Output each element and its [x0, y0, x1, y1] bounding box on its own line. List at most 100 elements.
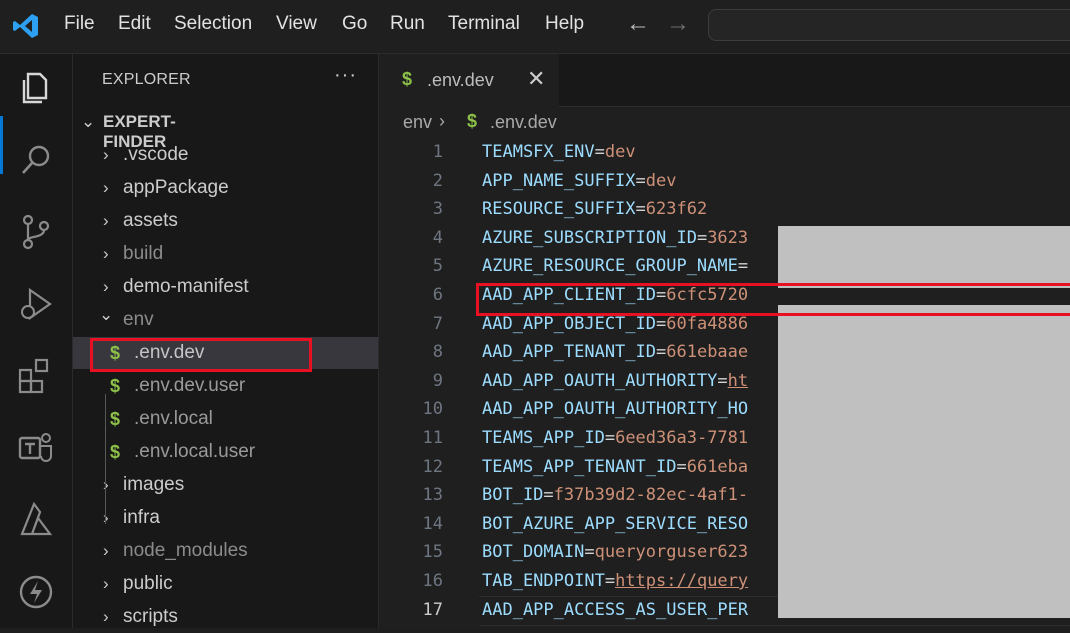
- folder-item[interactable]: › demo-manifest: [73, 271, 378, 303]
- activity-bar: [0, 54, 73, 628]
- equals-sign: =: [543, 485, 554, 506]
- folder-label: assets: [123, 210, 178, 231]
- folder-item[interactable]: › assets: [73, 205, 378, 237]
- env-value[interactable]: https://query: [615, 571, 748, 591]
- breadcrumb-file[interactable]: .env.dev: [490, 112, 557, 133]
- line-number: 7: [432, 313, 443, 334]
- equals-sign: =: [584, 542, 595, 563]
- folder-item[interactable]: ›infra: [73, 502, 378, 534]
- folder-item[interactable]: › build: [73, 238, 378, 270]
- back-arrow-icon[interactable]: ←: [626, 10, 650, 38]
- env-value: 661ebaae: [666, 342, 749, 363]
- code-text: RESOURCE_SUFFIX=623f62: [482, 195, 707, 224]
- env-key: AAD_APP_TENANT_ID: [482, 342, 656, 363]
- code-line[interactable]: 2 APP_NAME_SUFFIX=dev: [379, 167, 1070, 196]
- env-file-icon: $: [110, 409, 121, 429]
- code-text: BOT_AZURE_APP_SERVICE_RESO: [482, 510, 748, 539]
- equals-sign: =: [635, 170, 646, 191]
- line-number: 10: [422, 399, 443, 420]
- folder-item[interactable]: › node_modules: [73, 535, 378, 567]
- chevron-right-icon: ›: [103, 541, 109, 560]
- folder-item[interactable]: › public: [73, 568, 378, 600]
- equals-sign: =: [656, 342, 667, 363]
- chevron-right-icon: ›: [103, 244, 109, 263]
- chevron-right-icon: ›: [103, 211, 109, 230]
- active-indicator: [0, 116, 3, 174]
- line-number: 2: [432, 170, 443, 191]
- redacted-area: [778, 305, 1070, 618]
- line-number: 1: [432, 142, 443, 162]
- line-number: 12: [422, 456, 443, 477]
- run-debug-icon[interactable]: [14, 282, 58, 326]
- menu-edit[interactable]: Edit: [118, 13, 151, 35]
- code-text: AAD_APP_TENANT_ID=661ebaae: [482, 338, 748, 367]
- folder-label: images: [123, 474, 185, 495]
- file-item[interactable]: $ .env.local: [73, 403, 378, 435]
- file-item[interactable]: $ .env.local.user: [73, 436, 378, 468]
- file-label: .env.local: [134, 408, 213, 429]
- menu-selection[interactable]: Selection: [174, 13, 252, 35]
- search-icon[interactable]: [14, 138, 58, 182]
- folder-label: node_modules: [123, 540, 248, 561]
- folder-item[interactable]: › .vscode: [73, 139, 378, 171]
- equals-sign: =: [696, 227, 708, 248]
- tab-bar: $ .env.dev ✕: [379, 54, 1070, 107]
- env-key: APP_NAME_SUFFIX: [482, 170, 636, 191]
- code-text: APP_NAME_SUFFIX=dev: [482, 167, 677, 196]
- env-value: 6eed36a3-7781: [615, 428, 749, 448]
- line-number: 11: [422, 428, 443, 448]
- vscode-logo-icon[interactable]: [12, 12, 40, 40]
- line-number: 3: [432, 199, 443, 220]
- code-line[interactable]: 1 TEAMSFX_ENV=dev: [379, 138, 1070, 167]
- redacted-area: [778, 226, 1070, 288]
- equals-sign: =: [594, 142, 605, 162]
- env-value: 661eba: [686, 456, 749, 477]
- line-number: 14: [422, 513, 443, 534]
- code-text: AZURE_RESOURCE_GROUP_NAME=: [482, 252, 748, 281]
- env-key: AZURE_RESOURCE_GROUP_NAME: [482, 256, 738, 277]
- folder-item[interactable]: ⌄ env: [73, 304, 378, 336]
- folder-label: build: [123, 243, 164, 264]
- thunder-icon[interactable]: [14, 570, 58, 614]
- chevron-right-icon: ›: [103, 574, 109, 593]
- equals-sign: =: [604, 571, 616, 591]
- forward-arrow-icon[interactable]: →: [666, 10, 690, 38]
- explorer-icon[interactable]: [14, 66, 58, 110]
- env-key: TEAMSFX_ENV: [482, 142, 595, 162]
- code-text: BOT_ID=f37b39d2-82ec-4af1-: [482, 481, 748, 510]
- highlight-box-file: [90, 338, 312, 372]
- tab-env-dev[interactable]: $ .env.dev ✕: [379, 54, 559, 107]
- env-key: TEAMS_APP_TENANT_ID: [482, 456, 677, 477]
- extensions-icon[interactable]: [14, 354, 58, 398]
- folder-item[interactable]: ›images: [73, 469, 378, 501]
- equals-sign: =: [737, 256, 749, 277]
- env-key: AAD_APP_OBJECT_ID: [482, 313, 656, 334]
- menu-go[interactable]: Go: [342, 13, 367, 35]
- file-item[interactable]: $ .env.dev.user: [73, 370, 378, 402]
- breadcrumb-folder[interactable]: env: [403, 112, 432, 133]
- menu-view[interactable]: View: [276, 13, 317, 35]
- equals-sign: =: [604, 428, 616, 448]
- command-center-search[interactable]: [708, 9, 1070, 41]
- code-line[interactable]: 3 RESOURCE_SUFFIX=623f62: [379, 195, 1070, 224]
- folder-item[interactable]: › scripts: [73, 601, 378, 633]
- code-text: TEAMS_APP_ID=6eed36a3-7781: [482, 424, 748, 453]
- tab-label: .env.dev: [427, 70, 494, 90]
- menu-help[interactable]: Help: [545, 13, 584, 35]
- menu-run[interactable]: Run: [390, 13, 425, 35]
- env-key: AAD_APP_ACCESS_AS_USER_PER: [482, 599, 749, 620]
- source-control-icon[interactable]: [14, 210, 58, 254]
- env-file-icon: $: [110, 442, 121, 462]
- env-key: AAD_APP_OAUTH_AUTHORITY: [482, 370, 718, 391]
- azure-icon[interactable]: [14, 498, 58, 542]
- env-value[interactable]: ht: [728, 371, 748, 391]
- more-actions-icon[interactable]: ···: [334, 64, 357, 87]
- env-value: dev: [604, 142, 636, 162]
- folder-item[interactable]: › appPackage: [73, 172, 378, 204]
- menu-terminal[interactable]: Terminal: [448, 13, 520, 35]
- menu-file[interactable]: File: [64, 13, 95, 35]
- equals-sign: =: [635, 199, 646, 220]
- teams-toolkit-icon[interactable]: [14, 426, 58, 470]
- line-number: 6: [432, 285, 443, 305]
- close-icon[interactable]: ✕: [527, 66, 545, 92]
